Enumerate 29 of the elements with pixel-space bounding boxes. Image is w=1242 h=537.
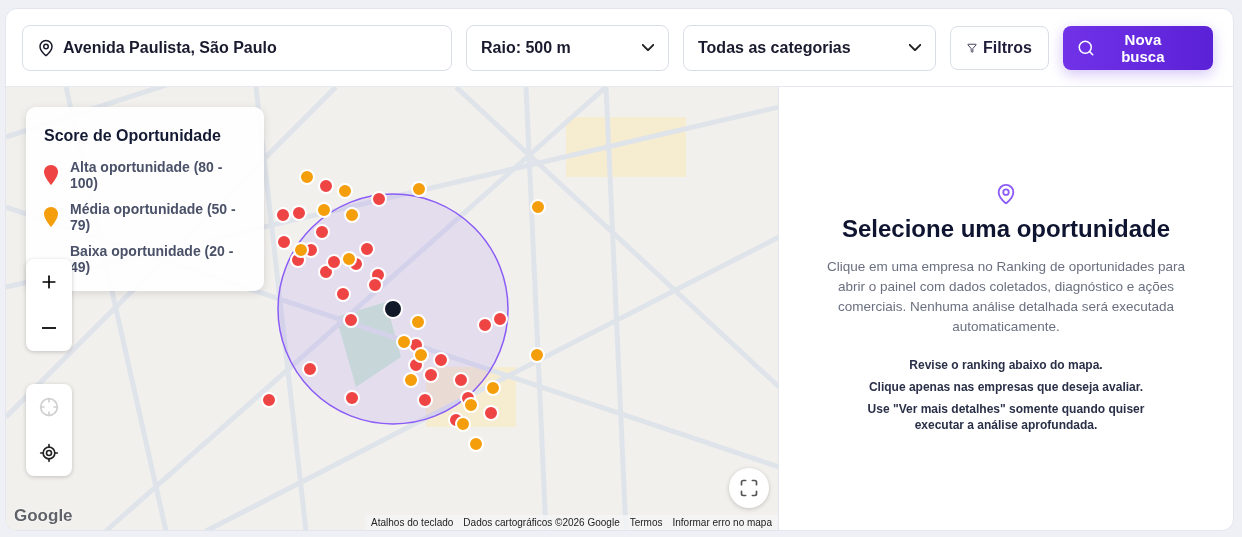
attribution-link[interactable]: Dados cartográficos ©2026 Google xyxy=(463,517,620,528)
fullscreen-icon xyxy=(739,478,759,498)
map-logo: Google xyxy=(14,506,73,526)
tip-text: Clique apenas nas empresas que deseja avaliar. xyxy=(868,379,1144,395)
radius-select[interactable]: Raio: 500 m xyxy=(466,24,669,71)
panel-description: Clique em uma empresa no Ranking de oportunidades para abrir o painel com dados coletados, diagnóstico e ações comerciais. Nenhuma análise detalhada será executada automaticamente. xyxy=(827,258,1185,336)
category-select[interactable]: Todas as categorias xyxy=(683,24,936,71)
search-icon xyxy=(1076,38,1095,57)
minus-icon xyxy=(42,327,56,329)
legend-label: Média oportunidade (50 - 79) xyxy=(70,201,237,233)
location-field[interactable]: Avenida Paulista, São Paulo xyxy=(22,24,452,71)
legend-title: Score de Oportunidade xyxy=(44,127,222,145)
tip-text: Revise o ranking abaixo do mapa. xyxy=(909,357,1103,373)
map-pin-icon xyxy=(995,183,1017,205)
locate-icon xyxy=(39,443,59,463)
attribution-link[interactable]: Atalhos do teclado xyxy=(371,517,454,528)
filter-icon xyxy=(967,42,977,53)
chevron-down-icon xyxy=(909,44,921,51)
legend-label: Alta oportunidade (80 - 100) xyxy=(70,159,224,191)
map-pin-icon xyxy=(37,38,55,57)
panel-title: Selecione uma oportunidade xyxy=(841,215,1171,243)
attribution-link[interactable]: Informar erro no mapa xyxy=(672,517,772,528)
map-pins-drawing[interactable] xyxy=(261,169,546,452)
chevron-down-icon xyxy=(642,44,654,51)
attribution-link[interactable]: Termos xyxy=(629,517,663,528)
filters-button[interactable]: Filtros xyxy=(950,25,1049,70)
tip-text: Use "Ver mais detalhes" somente quando quiser executar a análise aprofundada. xyxy=(866,401,1146,433)
new-search-button[interactable]: Nova busca xyxy=(1062,25,1213,70)
crosshair-icon xyxy=(39,397,59,417)
